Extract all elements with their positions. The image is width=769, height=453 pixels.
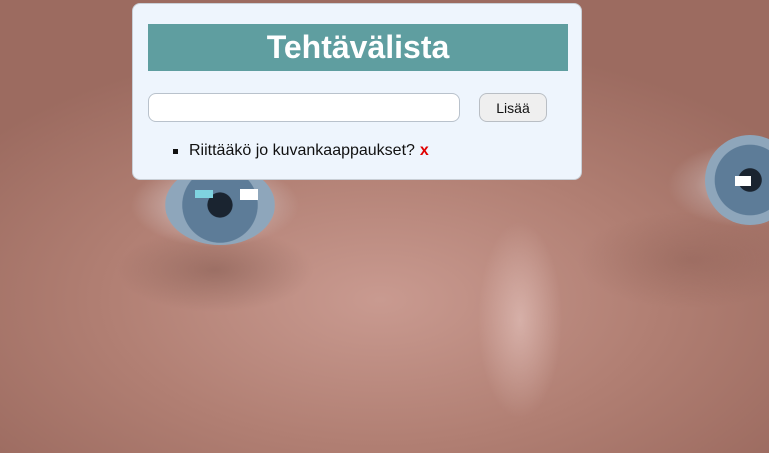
left-eye-glint-2 <box>240 189 258 200</box>
title-bar: Tehtävälista <box>148 24 568 71</box>
task-list: Riittääkö jo kuvankaappaukset? x <box>173 142 429 160</box>
left-eye-glint <box>195 190 213 198</box>
square-bullet-icon <box>173 148 178 154</box>
task-input[interactable] <box>148 93 460 122</box>
page-title: Tehtävälista <box>266 29 450 65</box>
todo-panel: Tehtävälista Lisää Riittääkö jo kuvankaa… <box>132 3 582 180</box>
task-text: Riittääkö jo kuvankaappaukset? <box>189 142 415 159</box>
delete-x-icon[interactable]: x <box>420 142 429 160</box>
add-button[interactable]: Lisää <box>479 93 547 122</box>
list-item: Riittääkö jo kuvankaappaukset? x <box>173 142 429 160</box>
right-eye-glint <box>735 176 751 186</box>
